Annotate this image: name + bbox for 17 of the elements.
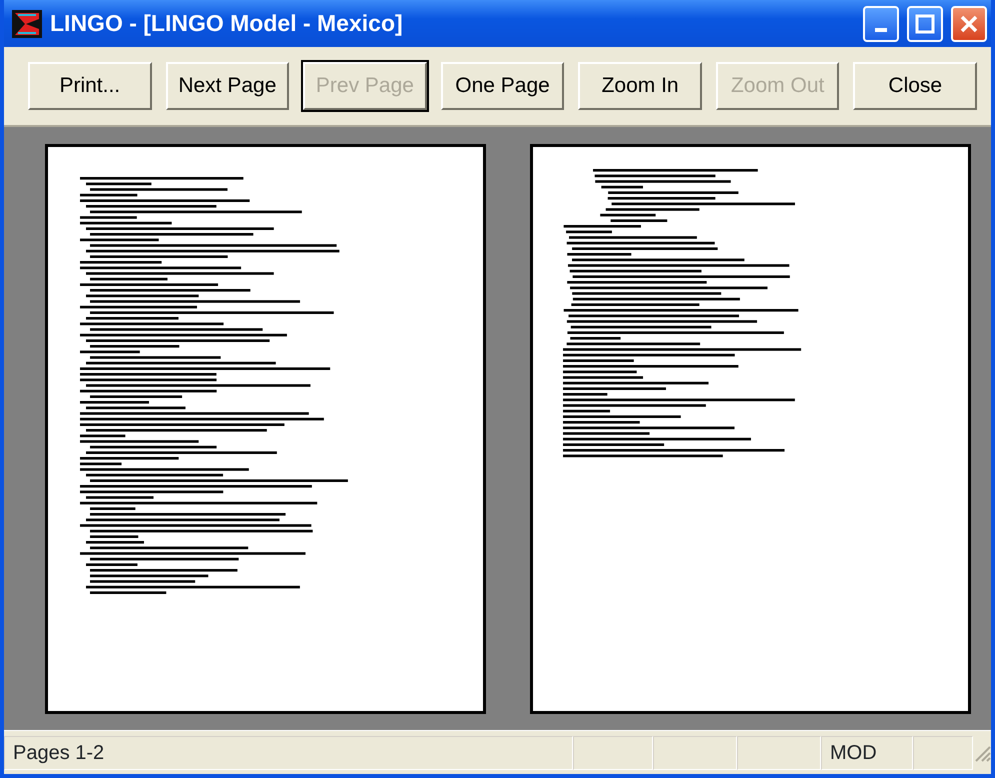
close-window-button[interactable] (951, 6, 987, 42)
app-logo-icon (12, 10, 42, 38)
toolbar-button[interactable]: One Page (440, 62, 564, 110)
resize-grip-icon[interactable] (973, 744, 991, 762)
window-title: LINGO - [LINGO Model - Mexico] (50, 9, 404, 38)
close-icon (959, 14, 979, 34)
status-pane (913, 736, 973, 770)
maximize-icon (915, 14, 935, 34)
toolbar-button[interactable]: Close (853, 62, 978, 110)
minimize-icon (875, 28, 887, 32)
status-indicator: MOD (821, 736, 913, 770)
toolbar-button[interactable]: Next Page (166, 62, 290, 110)
toolbar-button[interactable]: Print... (28, 62, 152, 110)
toolbar-button[interactable]: Zoom In (578, 62, 702, 110)
status-message: Pages 1-2 (4, 736, 573, 770)
minimize-button[interactable] (863, 6, 899, 42)
maximize-button[interactable] (907, 6, 943, 42)
